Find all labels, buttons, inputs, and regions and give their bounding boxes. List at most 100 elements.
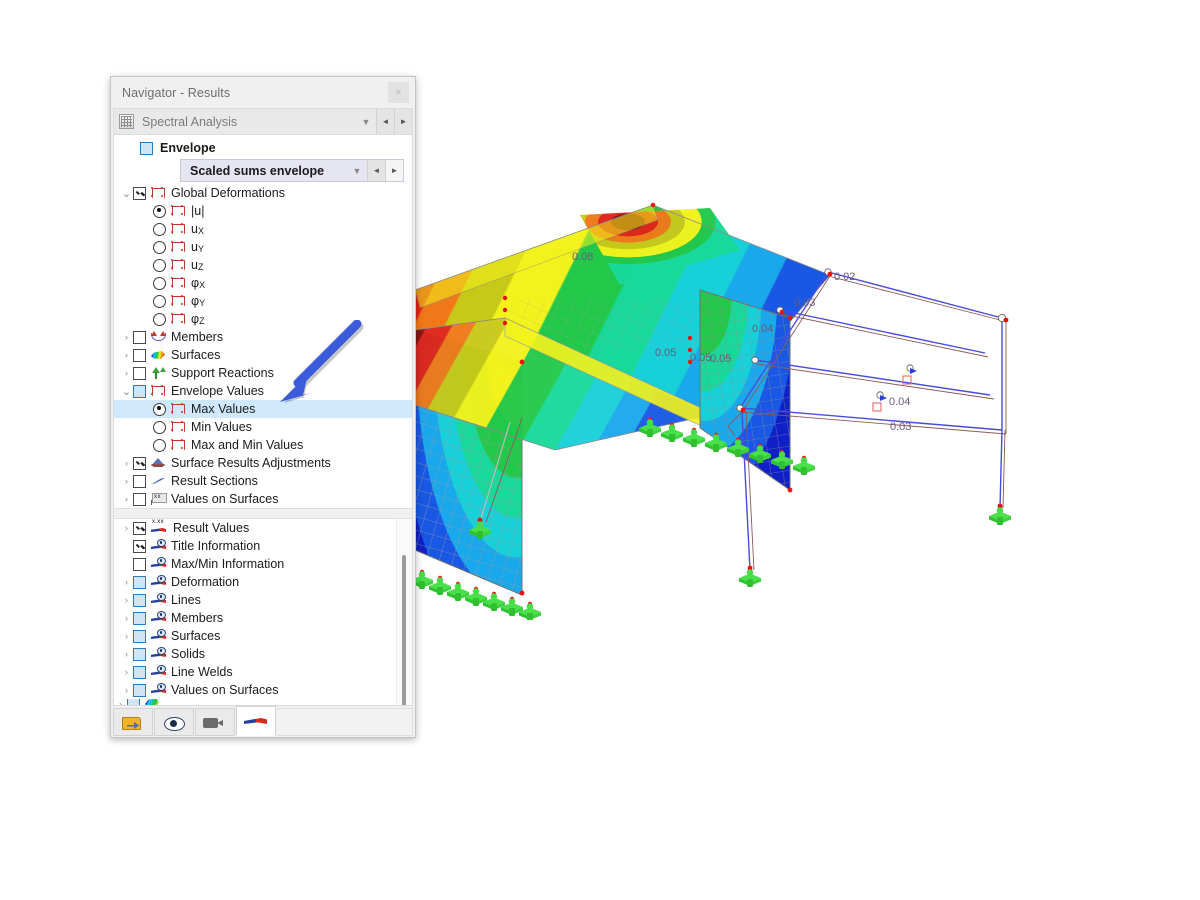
tree-row-members[interactable]: › Members — [114, 609, 412, 627]
row-checkbox[interactable] — [133, 557, 146, 571]
row-radio[interactable] — [153, 402, 166, 416]
chevron-right-icon[interactable]: › — [120, 577, 133, 587]
row-checkbox[interactable] — [133, 683, 146, 697]
chevron-right-icon[interactable]: › — [120, 332, 133, 342]
project-navigator-tab[interactable] — [113, 708, 153, 736]
tree-row-values-on-surfaces[interactable]: › Values on Surfaces — [114, 681, 412, 699]
chevron-right-icon[interactable]: › — [120, 494, 133, 504]
envelope-checkbox[interactable] — [140, 141, 153, 155]
chevron-right-icon[interactable]: › — [120, 368, 133, 378]
tree-row-envelope[interactable]: Envelope — [114, 139, 412, 157]
tree-row-ux[interactable]: uX — [114, 220, 412, 238]
tree-row-global-deformations[interactable]: ⌄ Global Deformations — [114, 184, 412, 202]
row-checkbox[interactable] — [133, 456, 146, 470]
row-checkbox[interactable] — [133, 593, 146, 607]
tree-row-values-on-surfaces[interactable]: › xx Values on Surfaces — [114, 490, 412, 508]
row-radio[interactable] — [153, 420, 166, 434]
tree-row-z[interactable]: φZ — [114, 310, 412, 328]
members-icon — [150, 330, 166, 344]
row-radio[interactable] — [153, 258, 166, 272]
chevron-down-icon[interactable]: ▼ — [347, 160, 367, 181]
tree-row-result-values[interactable]: › x.xx Result Values — [114, 519, 412, 537]
row-checkbox[interactable] — [133, 366, 146, 380]
analysis-selector[interactable]: Spectral Analysis ▼ ◄ ► — [113, 108, 413, 135]
tree-row-lines[interactable]: › Lines — [114, 591, 412, 609]
close-icon[interactable]: × — [388, 82, 409, 103]
chevron-down-icon[interactable]: ⌄ — [120, 187, 133, 200]
tree-scrollbar[interactable] — [396, 519, 412, 705]
analysis-selector-value[interactable]: Spectral Analysis — [114, 109, 356, 134]
tree-row-u[interactable]: |u| — [114, 202, 412, 220]
row-checkbox[interactable] — [133, 629, 146, 643]
tree-row-deformation[interactable]: › Deformation — [114, 573, 412, 591]
tree-row-x[interactable]: φX — [114, 274, 412, 292]
views-tab[interactable] — [195, 708, 235, 736]
tree-row-solids[interactable]: › Solids — [114, 645, 412, 663]
row-checkbox[interactable] — [133, 665, 146, 679]
chevron-right-icon[interactable]: › — [120, 458, 133, 468]
row-radio[interactable] — [153, 294, 166, 308]
envelope-prev-button[interactable]: ◄ — [367, 160, 385, 181]
analysis-prev-button[interactable]: ◄ — [376, 109, 394, 134]
row-radio[interactable] — [153, 240, 166, 254]
tree-row-title-information[interactable]: Title Information — [114, 537, 412, 555]
tree-row-surfaces[interactable]: › Surfaces — [114, 346, 412, 364]
row-radio[interactable] — [153, 276, 166, 290]
tree-row-members[interactable]: › Members — [114, 328, 412, 346]
chevron-right-icon[interactable]: › — [120, 613, 133, 623]
chevron-right-icon[interactable]: › — [120, 523, 133, 533]
tree-row-surface-results-adjustments[interactable]: › Surface Results Adjustments — [114, 454, 412, 472]
chevron-right-icon[interactable]: › — [120, 631, 133, 641]
chevron-right-icon[interactable]: › — [120, 649, 133, 659]
tree-row-partial[interactable]: › — [114, 699, 412, 705]
tree-row-surfaces[interactable]: › Surfaces — [114, 627, 412, 645]
model-viewport[interactable]: 0.08 0.05 0.05 0.05 0.04 0.02 0.03 0.04 0.03 — [410, 190, 1030, 620]
navigator-tabstrip[interactable] — [111, 706, 415, 737]
row-radio[interactable] — [153, 312, 166, 326]
tree-row-max-min-information[interactable]: Max/Min Information — [114, 555, 412, 573]
row-checkbox[interactable] — [127, 699, 140, 705]
navigator-results-window[interactable]: Navigator - Results × Spectral Analysis … — [110, 76, 416, 738]
envelope-combo-value[interactable]: Scaled sums envelope — [181, 160, 347, 181]
analysis-next-button[interactable]: ► — [394, 109, 412, 134]
chevron-right-icon[interactable]: › — [120, 350, 133, 360]
row-checkbox[interactable] — [133, 647, 146, 661]
expander-icon[interactable]: › — [114, 699, 127, 705]
display-tab[interactable] — [154, 708, 194, 736]
row-checkbox[interactable] — [133, 492, 146, 506]
row-checkbox[interactable] — [133, 384, 146, 398]
tree-row-line-welds[interactable]: › Line Welds — [114, 663, 412, 681]
row-checkbox[interactable] — [133, 611, 146, 625]
tree-row-uz[interactable]: uZ — [114, 256, 412, 274]
tree-row-max-values[interactable]: Max Values — [114, 400, 412, 418]
tree-row-y[interactable]: φY — [114, 292, 412, 310]
row-checkbox[interactable] — [133, 539, 146, 553]
row-checkbox[interactable] — [133, 575, 146, 589]
tree-lower-section: › x.xx Result Values Title Information Max/M… — [114, 519, 412, 705]
envelope-combo[interactable]: Scaled sums envelope ▼ ◄ ► — [180, 159, 404, 182]
tree-row-result-sections[interactable]: › Result Sections — [114, 472, 412, 490]
navigator-tree[interactable]: Envelope Scaled sums envelope ▼ ◄ ► ⌄ Glo… — [113, 135, 413, 706]
tree-row-min-values[interactable]: Min Values — [114, 418, 412, 436]
tree-row-envelope-values[interactable]: ⌄ Envelope Values — [114, 382, 412, 400]
row-checkbox[interactable] — [133, 348, 146, 362]
chevron-right-icon[interactable]: › — [120, 595, 133, 605]
row-checkbox[interactable] — [133, 521, 146, 535]
row-checkbox[interactable] — [133, 330, 146, 344]
row-radio[interactable] — [153, 204, 166, 218]
chevron-right-icon[interactable]: › — [120, 476, 133, 486]
chevron-right-icon[interactable]: › — [120, 667, 133, 677]
scrollbar-thumb[interactable] — [402, 555, 406, 705]
chevron-down-icon[interactable]: ▼ — [356, 109, 376, 134]
chevron-right-icon[interactable]: › — [120, 685, 133, 695]
tree-row-max-and-min-values[interactable]: Max and Min Values — [114, 436, 412, 454]
tree-row-support-reactions[interactable]: › Support Reactions — [114, 364, 412, 382]
results-tab[interactable] — [236, 706, 276, 736]
row-checkbox[interactable] — [133, 474, 146, 488]
row-checkbox[interactable] — [133, 186, 146, 200]
row-radio[interactable] — [153, 222, 166, 236]
tree-row-uy[interactable]: uY — [114, 238, 412, 256]
chevron-down-icon[interactable]: ⌄ — [120, 385, 133, 398]
envelope-next-button[interactable]: ► — [385, 160, 403, 181]
row-radio[interactable] — [153, 438, 166, 452]
